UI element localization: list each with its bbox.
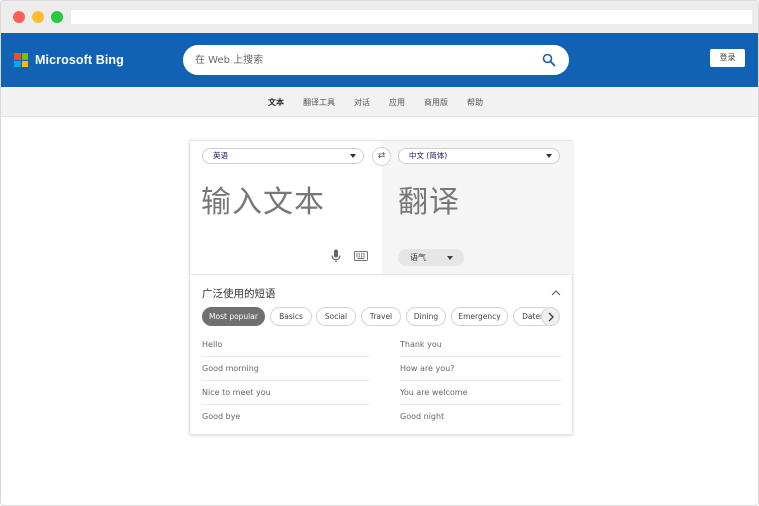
phrase-item[interactable]: Thank you bbox=[400, 333, 561, 357]
subnav-item[interactable]: 商用版 bbox=[424, 97, 448, 108]
phrase-item[interactable]: Good night bbox=[400, 405, 561, 429]
translation-output: 翻译 bbox=[398, 185, 460, 220]
swap-languages-button[interactable]: ⇄ bbox=[372, 147, 391, 166]
phrases-title: 广泛使用的短语 bbox=[202, 288, 276, 300]
category-chip[interactable]: Travel bbox=[361, 307, 401, 326]
subnav-item[interactable]: 应用 bbox=[389, 97, 405, 108]
phrase-item[interactable]: You are welcome bbox=[400, 381, 561, 405]
phrase-item[interactable]: How are you? bbox=[400, 357, 561, 381]
phrase-item[interactable]: Nice to meet you bbox=[202, 381, 369, 405]
category-chip[interactable]: Basics bbox=[270, 307, 312, 326]
dropdown-caret-icon bbox=[350, 154, 356, 158]
subnav-item[interactable]: 翻译工具 bbox=[303, 97, 335, 108]
brand-name: Microsoft Bing bbox=[35, 53, 124, 67]
next-categories-button[interactable] bbox=[541, 307, 560, 326]
minimize-window-button[interactable] bbox=[32, 11, 44, 23]
subnav-item[interactable]: 对话 bbox=[354, 97, 370, 108]
source-language-select[interactable]: 英语 bbox=[202, 148, 364, 164]
chevron-up-icon[interactable] bbox=[551, 289, 561, 296]
address-bar[interactable] bbox=[71, 10, 752, 24]
bing-header: Microsoft Bing 登录 bbox=[1, 33, 758, 87]
browser-window: Microsoft Bing 登录 文本 翻译工具 对话 应用 商用版 帮助 英语 ⇄ 中… bbox=[0, 0, 759, 506]
category-chip[interactable]: Dining bbox=[406, 307, 446, 326]
dropdown-caret-icon bbox=[546, 154, 552, 158]
tone-select[interactable]: 语气 bbox=[398, 249, 464, 266]
keyboard-icon[interactable] bbox=[354, 251, 368, 261]
login-button[interactable]: 登录 bbox=[710, 49, 745, 67]
dropdown-caret-icon bbox=[447, 256, 453, 260]
phrases-left-column: Hello Good morning Nice to meet you Good by… bbox=[202, 333, 369, 429]
browser-chrome bbox=[1, 1, 758, 33]
target-language-label: 中文 (简体) bbox=[409, 151, 448, 160]
section-divider bbox=[190, 274, 574, 275]
phrase-item[interactable]: Good morning bbox=[202, 357, 369, 381]
translator-card: 英语 ⇄ 中文 (简体) 输入文本 翻译 语气 广泛使用的短语 Most pop… bbox=[189, 140, 574, 435]
maximize-window-button[interactable] bbox=[51, 11, 63, 23]
subnav-item[interactable]: 帮助 bbox=[467, 97, 483, 108]
close-window-button[interactable] bbox=[13, 11, 25, 23]
phrases-right-column: Thank you How are you? You are welcome Good… bbox=[400, 333, 561, 429]
sub-navigation: 文本 翻译工具 对话 应用 商用版 帮助 bbox=[1, 87, 758, 117]
subnav-item[interactable]: 文本 bbox=[268, 97, 284, 108]
category-chip[interactable]: Social bbox=[316, 307, 356, 326]
source-text-input[interactable]: 输入文本 bbox=[201, 177, 325, 221]
source-language-label: 英语 bbox=[213, 151, 228, 160]
microphone-icon[interactable] bbox=[331, 249, 341, 263]
tone-label: 语气 bbox=[410, 253, 426, 262]
bing-logo[interactable]: Microsoft Bing bbox=[14, 53, 124, 67]
swap-icon: ⇄ bbox=[377, 151, 386, 161]
search-icon[interactable] bbox=[542, 53, 556, 67]
phrase-item[interactable]: Hello bbox=[202, 333, 369, 357]
chevron-right-icon bbox=[548, 312, 554, 322]
category-chip[interactable]: Most popular bbox=[202, 307, 265, 326]
microsoft-logo-icon bbox=[14, 53, 28, 67]
category-chip[interactable]: Emergency bbox=[451, 307, 508, 326]
phrase-item[interactable]: Good bye bbox=[202, 405, 369, 429]
target-language-select[interactable]: 中文 (简体) bbox=[398, 148, 560, 164]
phrase-categories: Most popular Basics Social Travel Dining Emer… bbox=[202, 307, 562, 327]
subnav-items: 文本 翻译工具 对话 应用 商用版 帮助 bbox=[268, 87, 502, 117]
search-box bbox=[183, 45, 569, 75]
search-input[interactable] bbox=[195, 52, 525, 68]
